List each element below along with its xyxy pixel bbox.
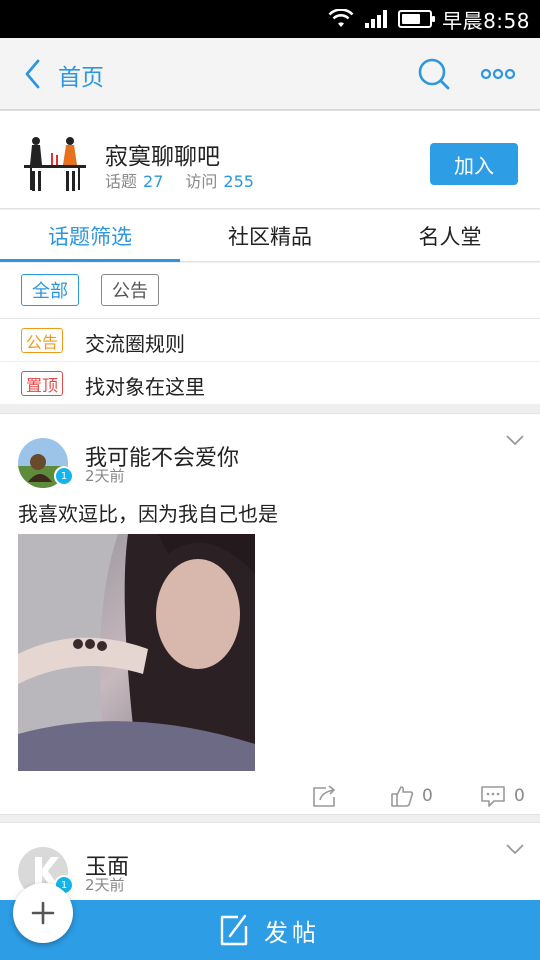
- wifi-icon: [328, 9, 354, 27]
- pinned-tag: 置顶: [21, 371, 64, 396]
- share-icon: [313, 785, 336, 807]
- nav-title[interactable]: 首页: [58, 58, 104, 92]
- pinned-title: 找对象在这里: [85, 375, 205, 399]
- community-header: 寂寞聊聊吧 话题 27 访问 255 加入: [0, 111, 540, 209]
- post-time: 2天前: [85, 467, 125, 485]
- chevron-down-icon[interactable]: [506, 434, 524, 446]
- comment-count: 0: [514, 786, 525, 806]
- notice-tag: 公告: [21, 328, 64, 353]
- post-photo[interactable]: [18, 534, 255, 771]
- comment-button[interactable]: 0: [480, 781, 525, 811]
- tab-topic-filter[interactable]: 话题筛选: [0, 210, 180, 262]
- filter-notice-chip[interactable]: 公告: [101, 274, 159, 306]
- topics-label: 话题: [105, 172, 138, 191]
- status-time: 早晨8:58: [442, 8, 530, 33]
- visits-label: 访问: [185, 172, 218, 191]
- pinned-title: 交流圈规则: [85, 332, 185, 356]
- tab-community-picks[interactable]: 社区精品: [180, 210, 360, 261]
- signal-icon: [365, 10, 388, 28]
- post-card[interactable]: 1 我可能不会爱你 2天前 我喜欢逗比，因为我自己也是 0 0: [0, 413, 540, 815]
- compose-icon: [220, 914, 248, 946]
- tab-bar: 话题筛选 社区精品 名人堂: [0, 210, 540, 262]
- plus-icon: [31, 901, 55, 925]
- filter-all-chip[interactable]: 全部: [21, 274, 79, 306]
- like-count: 0: [422, 786, 433, 806]
- new-post-bar[interactable]: 发帖: [0, 900, 540, 960]
- visits-count: 255: [223, 172, 254, 191]
- comment-icon: [481, 786, 505, 807]
- search-icon[interactable]: [414, 54, 454, 94]
- pinned-item-top[interactable]: 置顶 找对象在这里: [0, 362, 540, 405]
- add-fab-button[interactable]: [13, 883, 73, 943]
- community-logo: [24, 137, 86, 191]
- tab-hall-of-fame[interactable]: 名人堂: [360, 210, 540, 261]
- join-button[interactable]: 加入: [430, 143, 518, 185]
- topics-count: 27: [143, 172, 164, 191]
- top-nav-bar: 首页: [0, 38, 540, 110]
- new-post-label: 发帖: [264, 918, 320, 947]
- battery-icon: [398, 10, 436, 28]
- more-dots-icon[interactable]: [478, 54, 518, 94]
- share-button[interactable]: [312, 781, 338, 811]
- thumbs-up-icon: [391, 786, 414, 807]
- level-badge: 1: [54, 466, 74, 486]
- filter-bar: 全部 公告: [0, 263, 540, 319]
- community-name: 寂寞聊聊吧: [105, 144, 220, 170]
- post-actions: 0 0: [0, 777, 540, 817]
- like-button[interactable]: 0: [390, 781, 433, 811]
- status-bar: 早晨8:58: [0, 0, 540, 38]
- pinned-item-rules[interactable]: 公告 交流圈规则: [0, 319, 540, 362]
- chevron-left-icon[interactable]: [20, 56, 46, 92]
- community-stats: 话题 27 访问 255: [105, 168, 276, 192]
- chevron-down-icon[interactable]: [506, 843, 524, 855]
- post-time: 2天前: [85, 876, 125, 894]
- post-content: 我喜欢逗比，因为我自己也是: [18, 502, 278, 526]
